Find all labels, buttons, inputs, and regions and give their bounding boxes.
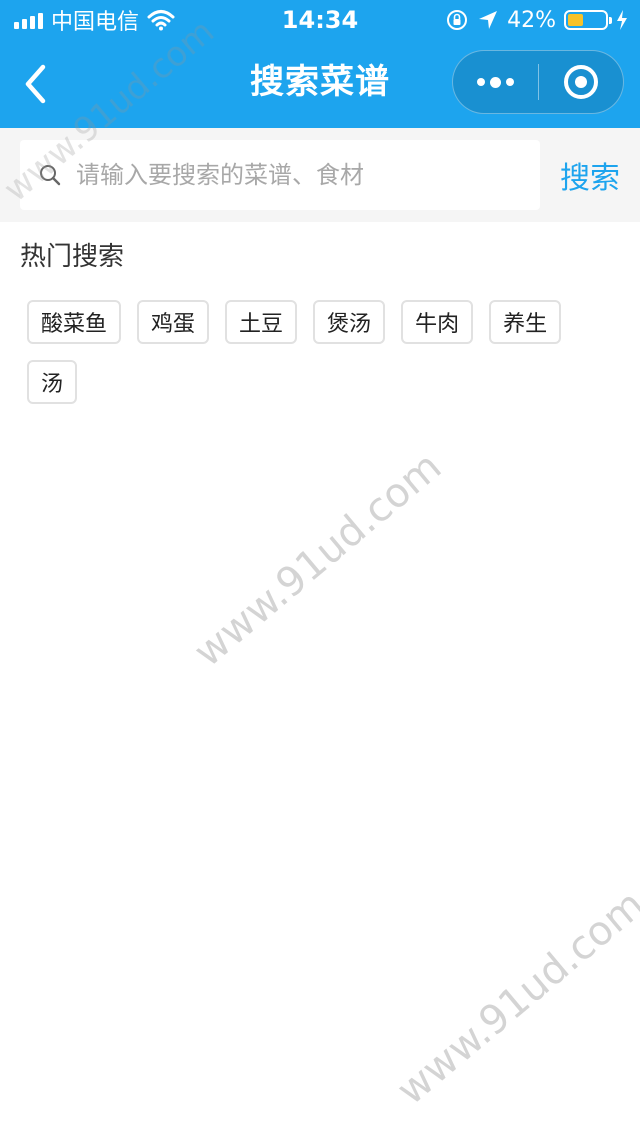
more-dots-icon xyxy=(476,76,514,88)
battery-level xyxy=(568,14,584,26)
rotation-lock-icon xyxy=(447,10,468,30)
close-mini-program-button[interactable] xyxy=(539,51,624,113)
carrier-label: 中国电信 xyxy=(51,10,140,35)
hot-tag[interactable]: 牛肉 xyxy=(401,300,474,344)
screen: 中国电信 14:34 42% 搜索菜谱 请输入要搜索的菜谱、食材 搜索 热门搜索… xyxy=(0,0,640,1136)
signal-icon xyxy=(14,11,43,29)
target-circle-icon xyxy=(563,65,598,99)
battery-percent: 42% xyxy=(507,7,556,33)
location-arrow-icon xyxy=(479,11,498,29)
hot-tag[interactable]: 酸菜鱼 xyxy=(27,300,122,344)
hot-tag[interactable]: 土豆 xyxy=(225,300,298,344)
search-input[interactable] xyxy=(76,161,516,189)
clock: 14:34 xyxy=(281,6,359,34)
search-box xyxy=(20,140,540,210)
wifi-icon xyxy=(147,10,175,31)
more-button[interactable] xyxy=(453,51,538,113)
hot-tag[interactable]: 汤 xyxy=(27,360,78,404)
status-bar: 中国电信 14:34 42% xyxy=(0,0,640,40)
search-icon xyxy=(40,165,61,186)
charging-bolt-icon xyxy=(617,10,627,30)
search-bar: 搜索 xyxy=(0,128,640,222)
hot-search-title: 热门搜索 xyxy=(20,242,125,272)
hot-tag[interactable]: 养生 xyxy=(489,300,562,344)
hot-tag[interactable]: 煲汤 xyxy=(313,300,386,344)
hot-search-tags: 酸菜鱼 鸡蛋 土豆 煲汤 牛肉 养生 汤 xyxy=(27,300,627,404)
watermark: www.91ud.com xyxy=(388,881,640,1114)
nav-bar: 搜索菜谱 xyxy=(0,40,640,128)
status-left: 中国电信 xyxy=(14,4,175,36)
watermark: www.91ud.com xyxy=(185,443,451,676)
search-button[interactable]: 搜索 xyxy=(540,153,640,197)
status-right: 42% xyxy=(445,8,628,33)
battery-icon xyxy=(564,10,612,30)
hot-tag[interactable]: 鸡蛋 xyxy=(137,300,210,344)
mini-program-capsule xyxy=(452,50,624,114)
